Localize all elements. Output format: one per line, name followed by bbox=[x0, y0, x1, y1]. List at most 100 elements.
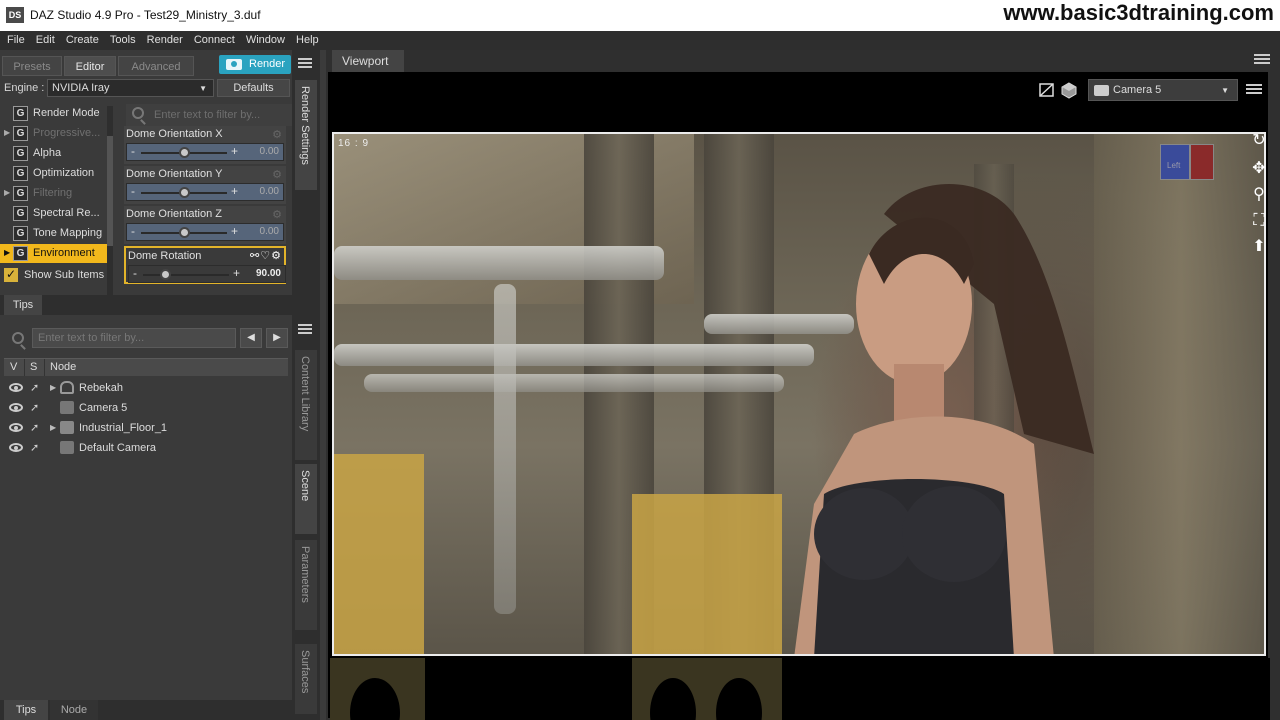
decrement-button[interactable]: - bbox=[131, 184, 135, 198]
reset-up-icon[interactable]: ⬆ bbox=[1248, 236, 1270, 258]
defaults-button[interactable]: Defaults bbox=[217, 79, 290, 97]
increment-button[interactable]: + bbox=[231, 144, 238, 158]
tab-content-library[interactable]: Content Library bbox=[295, 350, 317, 460]
pane-menu-icon[interactable] bbox=[298, 58, 312, 68]
cube-face-front[interactable] bbox=[1190, 144, 1214, 180]
tree-item-spectral[interactable]: G Spectral Re... bbox=[0, 204, 110, 223]
tab-tips-bottom[interactable]: Tips bbox=[4, 700, 48, 720]
value-slider[interactable]: - + 90.00 bbox=[128, 265, 286, 283]
property-value[interactable]: 0.00 bbox=[260, 146, 279, 157]
slider-track[interactable] bbox=[143, 269, 229, 280]
render-preview[interactable]: 16 : 9 Left bbox=[332, 132, 1266, 656]
property-dome-rotation[interactable]: Dome Rotation ⚯♡⚙ - + 90.00 bbox=[124, 246, 286, 284]
navigation-cube[interactable]: Left bbox=[1160, 138, 1222, 188]
node-name[interactable]: Camera 5 bbox=[79, 402, 127, 414]
property-dome-orientation-z[interactable]: Dome Orientation Z ⚙ - + 0.00 bbox=[124, 206, 286, 244]
eye-icon[interactable] bbox=[9, 443, 23, 452]
menu-render[interactable]: Render bbox=[147, 31, 183, 46]
render-button[interactable]: Render bbox=[219, 55, 291, 74]
menu-file[interactable]: File bbox=[7, 31, 25, 46]
node-name[interactable]: Rebekah bbox=[79, 382, 123, 394]
scene-node-row[interactable]: ➚ ▶ Industrial_Floor_1 bbox=[4, 418, 288, 438]
tab-presets[interactable]: Presets bbox=[2, 56, 62, 76]
selectable-arrow-icon[interactable]: ➚ bbox=[30, 401, 39, 414]
expand-arrow-icon[interactable]: ▶ bbox=[50, 383, 56, 392]
eye-icon[interactable] bbox=[9, 383, 23, 392]
pane-menu-icon[interactable] bbox=[298, 324, 312, 334]
scene-search-input[interactable]: Enter text to filter by... bbox=[32, 328, 236, 348]
value-slider[interactable]: - + 0.00 bbox=[126, 143, 284, 161]
next-arrow-icon[interactable]: ▶ bbox=[266, 328, 288, 348]
tab-scene[interactable]: Scene bbox=[295, 464, 317, 534]
decrement-button[interactable]: - bbox=[131, 224, 135, 238]
selectable-arrow-icon[interactable]: ➚ bbox=[30, 381, 39, 394]
eye-icon[interactable] bbox=[9, 403, 23, 412]
decrement-button[interactable]: - bbox=[133, 266, 137, 280]
tree-item-render-mode[interactable]: G Render Mode bbox=[0, 104, 110, 123]
expand-arrow-icon[interactable]: ▶ bbox=[50, 423, 56, 432]
shading-cube-icon[interactable] bbox=[1060, 81, 1078, 99]
tree-scrollbar[interactable] bbox=[107, 106, 113, 296]
tab-parameters[interactable]: Parameters bbox=[295, 540, 317, 630]
tab-tips[interactable]: Tips bbox=[4, 295, 42, 315]
tab-surfaces[interactable]: Surfaces bbox=[295, 644, 317, 714]
scene-node-row[interactable]: ➚ ▶ Rebekah bbox=[4, 378, 288, 398]
engine-select[interactable]: NVIDIA Iray ▼ bbox=[47, 79, 214, 97]
tab-node[interactable]: Node bbox=[50, 700, 98, 720]
property-value[interactable]: 90.00 bbox=[256, 268, 281, 279]
expand-arrow-icon[interactable]: ▶ bbox=[4, 188, 10, 197]
gear-icon[interactable]: ⚙ bbox=[272, 208, 282, 221]
tab-viewport[interactable]: Viewport bbox=[332, 50, 404, 72]
slider-knob[interactable] bbox=[159, 269, 171, 280]
column-visible[interactable]: V bbox=[10, 361, 17, 373]
tree-item-environment[interactable]: ▶ G Environment bbox=[0, 244, 110, 263]
gear-icon[interactable]: ⚙ bbox=[272, 168, 282, 181]
slider-track[interactable] bbox=[141, 147, 227, 158]
orbit-icon[interactable]: ↻ bbox=[1248, 130, 1270, 152]
value-slider[interactable]: - + 0.00 bbox=[126, 223, 284, 241]
checkbox-checked-icon[interactable]: ✓ bbox=[4, 268, 18, 282]
column-selectable[interactable]: S bbox=[30, 361, 37, 373]
menu-help[interactable]: Help bbox=[296, 31, 319, 46]
scene-node-row[interactable]: ➚ Default Camera bbox=[4, 438, 288, 458]
tab-render-settings[interactable]: Render Settings bbox=[295, 80, 317, 190]
menu-edit[interactable]: Edit bbox=[36, 31, 55, 46]
favorite-heart-icon[interactable]: ♡ bbox=[260, 250, 271, 262]
node-name[interactable]: Default Camera bbox=[79, 442, 156, 454]
slider-track[interactable] bbox=[141, 227, 227, 238]
menu-tools[interactable]: Tools bbox=[110, 31, 136, 46]
expand-arrow-icon[interactable]: ▶ bbox=[4, 248, 10, 257]
gear-icon[interactable]: ⚙ bbox=[271, 250, 282, 262]
selectable-arrow-icon[interactable]: ➚ bbox=[30, 441, 39, 454]
viewport-options-menu-icon[interactable] bbox=[1246, 84, 1262, 96]
eye-icon[interactable] bbox=[9, 423, 23, 432]
increment-button[interactable]: + bbox=[233, 266, 240, 280]
menu-create[interactable]: Create bbox=[66, 31, 99, 46]
draw-style-icon[interactable] bbox=[1038, 81, 1056, 99]
pan-icon[interactable]: ✥ bbox=[1248, 158, 1270, 180]
zoom-icon[interactable]: ⚲ bbox=[1248, 184, 1270, 206]
tree-item-optimization[interactable]: G Optimization bbox=[0, 164, 110, 183]
tree-item-tone-mapping[interactable]: G Tone Mapping bbox=[0, 224, 110, 243]
tree-item-alpha[interactable]: G Alpha bbox=[0, 144, 110, 163]
node-name[interactable]: Industrial_Floor_1 bbox=[79, 422, 167, 434]
link-icon[interactable]: ⚯ bbox=[250, 250, 260, 262]
decrement-button[interactable]: - bbox=[131, 144, 135, 158]
slider-track[interactable] bbox=[141, 187, 227, 198]
menu-connect[interactable]: Connect bbox=[194, 31, 235, 46]
camera-select[interactable]: Camera 5 ▼ bbox=[1088, 79, 1238, 101]
value-slider[interactable]: - + 0.00 bbox=[126, 183, 284, 201]
viewport-menu-icon[interactable] bbox=[1254, 54, 1270, 66]
menu-window[interactable]: Window bbox=[246, 31, 285, 46]
property-value[interactable]: 0.00 bbox=[260, 226, 279, 237]
increment-button[interactable]: + bbox=[231, 224, 238, 238]
tree-item-filtering[interactable]: ▶ G Filtering bbox=[0, 184, 110, 203]
slider-knob[interactable] bbox=[179, 187, 190, 198]
tab-advanced[interactable]: Advanced bbox=[118, 56, 194, 76]
frame-icon[interactable]: ⛶ bbox=[1248, 210, 1270, 232]
property-dome-orientation-x[interactable]: Dome Orientation X ⚙ - + 0.00 bbox=[124, 126, 286, 164]
property-filter[interactable]: Enter text to filter by... bbox=[126, 104, 292, 126]
selectable-arrow-icon[interactable]: ➚ bbox=[30, 421, 39, 434]
scene-node-row[interactable]: ➚ Camera 5 bbox=[4, 398, 288, 418]
viewport-canvas[interactable]: Camera 5 ▼ 16: 9 Left ↻ ✥ ⚲ ⛶ ⬆ bbox=[328, 72, 1270, 720]
